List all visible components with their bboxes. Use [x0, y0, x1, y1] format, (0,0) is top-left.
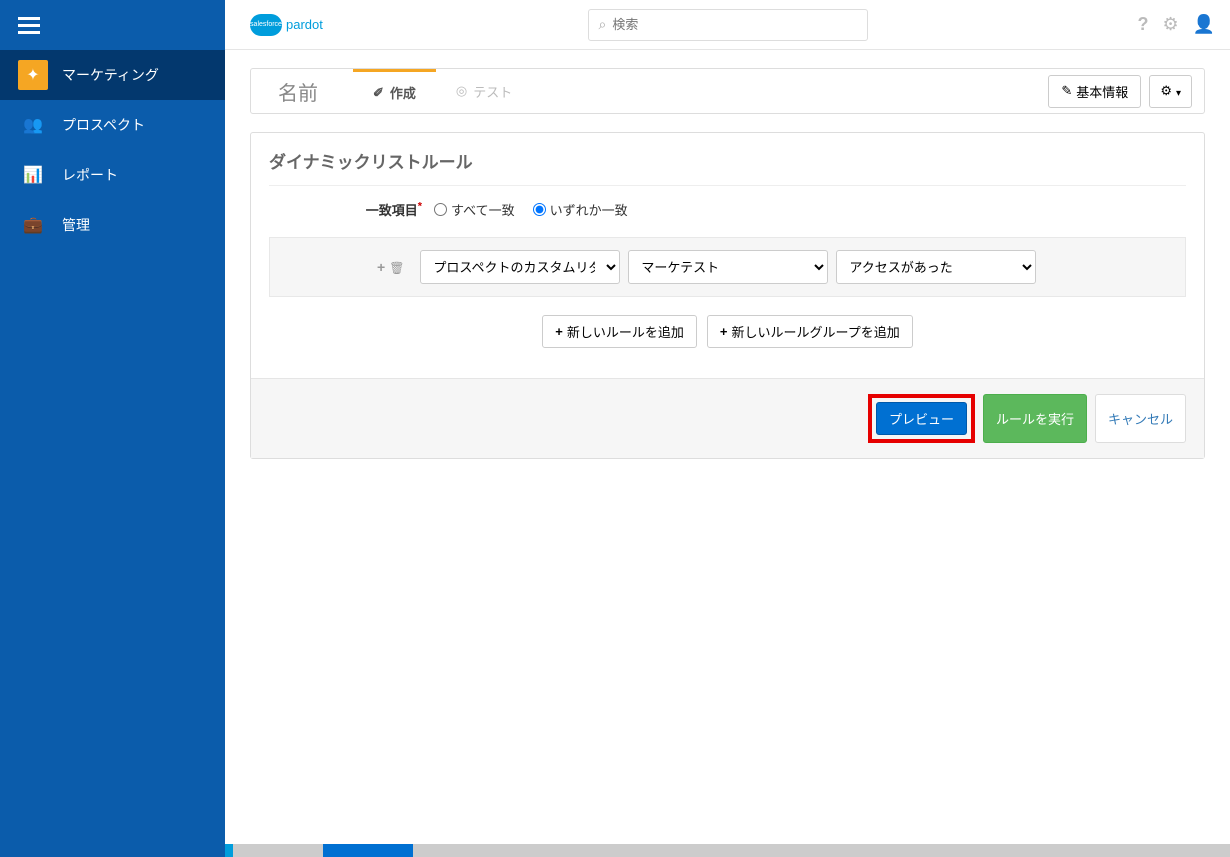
topbar: salesforce pardot — [225, 0, 1230, 50]
header-actions: 基本情報 — [1048, 75, 1192, 108]
search-box[interactable] — [588, 9, 868, 41]
salesforce-cloud-icon: salesforce — [250, 14, 282, 36]
button-label: 新しいルールグループを追加 — [731, 322, 899, 341]
run-rules-button[interactable]: ルールを実行 — [983, 394, 1087, 443]
rule-field-select[interactable]: プロスペクトのカスタムリダ — [420, 250, 620, 284]
rules-title: ダイナミックリストルール — [269, 148, 1186, 186]
user-icon[interactable] — [1193, 14, 1215, 35]
add-buttons: 新しいルールを追加 新しいルールグループを追加 — [269, 315, 1186, 378]
button-label: キャンセル — [1108, 409, 1173, 428]
radio-match-any[interactable]: いずれか一致 — [533, 200, 628, 219]
gear-icon — [1160, 83, 1172, 99]
match-radio-group: すべて一致 いずれか一致 — [434, 200, 628, 219]
add-rule-button[interactable]: 新しいルールを追加 — [542, 315, 697, 348]
add-rule-group-button[interactable]: 新しいルールグループを追加 — [707, 315, 913, 348]
footer-bar: プレビュー ルールを実行 キャンセル — [251, 378, 1204, 458]
content: 名前 作成 テスト 基本情報 — [225, 50, 1230, 857]
sidebar-item-marketing[interactable]: マーケティング — [0, 50, 225, 100]
sidebar-item-admin[interactable]: 管理 — [0, 200, 225, 250]
settings-dropdown-button[interactable] — [1149, 75, 1192, 108]
topbar-icons — [1137, 14, 1215, 35]
button-label: 新しいルールを追加 — [567, 322, 684, 341]
button-label: プレビュー — [889, 409, 954, 428]
target-icon — [456, 83, 467, 99]
radio-label: いずれか一致 — [550, 200, 628, 219]
search-wrap — [588, 9, 868, 41]
wand-icon — [18, 60, 48, 90]
logo[interactable]: salesforce pardot — [250, 14, 323, 36]
chevron-down-icon — [1176, 84, 1181, 99]
rule-row-icons — [377, 259, 404, 275]
plus-icon[interactable] — [377, 259, 385, 275]
tab-label: テスト — [473, 82, 512, 101]
match-row: 一致項目* すべて一致 いずれか一致 — [269, 186, 1186, 237]
tab-test[interactable]: テスト — [436, 69, 532, 113]
edit-icon — [373, 85, 384, 101]
help-icon[interactable] — [1137, 14, 1148, 35]
sidebar-item-label: プロスペクト — [62, 115, 145, 135]
trash-icon[interactable] — [389, 259, 404, 275]
preview-button[interactable]: プレビュー — [876, 402, 967, 435]
sidebar-item-label: マーケティング — [62, 65, 159, 85]
users-icon — [18, 110, 48, 140]
sidebar-top — [0, 0, 225, 50]
header-panel: 名前 作成 テスト 基本情報 — [250, 68, 1205, 114]
sidebar-item-label: レポート — [62, 165, 118, 185]
sidebar-item-report[interactable]: レポート — [0, 150, 225, 200]
header-tabs: 作成 テスト — [353, 69, 532, 113]
bottom-strip — [0, 844, 1230, 857]
rule-operator-select[interactable]: アクセスがあった — [836, 250, 1036, 284]
sidebar-item-label: 管理 — [62, 215, 90, 235]
settings-icon[interactable] — [1162, 14, 1178, 35]
briefcase-icon — [18, 210, 48, 240]
radio-label: すべて一致 — [451, 200, 515, 219]
cancel-button[interactable]: キャンセル — [1095, 394, 1186, 443]
chart-icon — [18, 160, 48, 190]
rule-row: プロスペクトのカスタムリダ マーケテスト アクセスがあった — [269, 237, 1186, 297]
page-title: 名前 — [263, 77, 333, 106]
rule-value-select[interactable]: マーケテスト — [628, 250, 828, 284]
hamburger-icon[interactable] — [18, 13, 40, 38]
sidebar-item-prospect[interactable]: プロスペクト — [0, 100, 225, 150]
highlight-box: プレビュー — [868, 394, 975, 443]
button-label: 基本情報 — [1076, 82, 1128, 101]
basic-info-button[interactable]: 基本情報 — [1048, 75, 1141, 108]
search-input[interactable] — [612, 17, 856, 32]
search-icon — [599, 16, 607, 33]
tab-label: 作成 — [390, 83, 416, 102]
radio-match-any-input[interactable] — [533, 203, 546, 216]
plus-icon — [555, 324, 563, 339]
radio-match-all[interactable]: すべて一致 — [434, 200, 515, 219]
rules-panel: ダイナミックリストルール 一致項目* すべて一致 — [250, 132, 1205, 459]
plus-icon — [720, 324, 728, 339]
pencil-icon — [1061, 83, 1072, 99]
logo-product: pardot — [286, 17, 323, 32]
radio-match-all-input[interactable] — [434, 203, 447, 216]
button-label: ルールを実行 — [996, 409, 1074, 428]
match-label: 一致項目* — [269, 200, 434, 219]
sidebar: マーケティング プロスペクト レポート 管理 — [0, 0, 225, 857]
main-area: salesforce pardot 名前 — [225, 0, 1230, 857]
tab-create[interactable]: 作成 — [353, 69, 436, 113]
